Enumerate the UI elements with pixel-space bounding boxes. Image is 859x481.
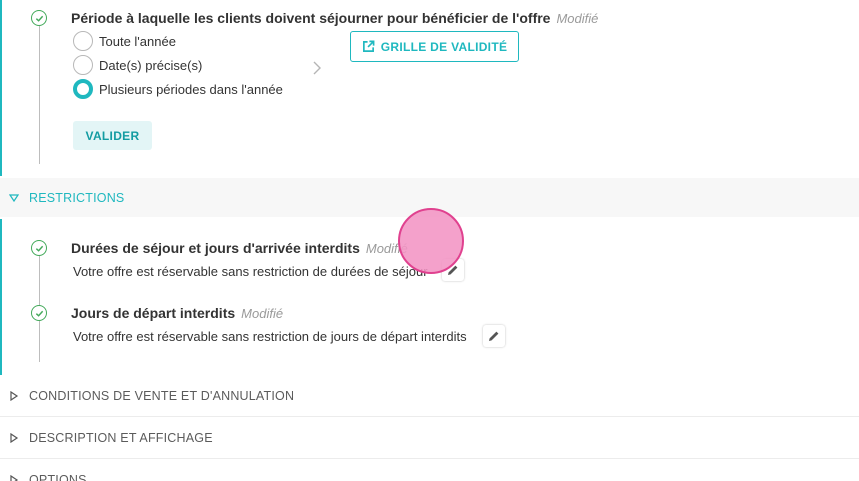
section-conditions[interactable]: CONDITIONS DE VENTE ET D'ANNULATION [0,376,859,415]
radio-precise-dates[interactable] [73,55,93,75]
check-circle-icon [31,305,47,321]
period-title-text: Période à laquelle les clients doivent s… [71,10,551,26]
edit-button[interactable] [483,325,505,347]
triangle-right-icon [10,474,19,481]
radio-option-precise-dates[interactable]: Date(s) précise(s) [73,55,202,75]
check-circle-icon [31,240,47,256]
radio-multiple-periods[interactable] [73,79,93,99]
restriction-title-text: Jours de départ interdits [71,305,236,321]
restriction-title: Durées de séjour et jours d'arrivée inte… [71,240,408,256]
external-link-icon [362,40,375,52]
radio-label: Date(s) précise(s) [99,57,203,73]
triangle-right-icon [10,432,19,443]
modified-label: Modifié [556,11,599,26]
triangle-down-icon [9,193,19,202]
radio-option-multiple-periods[interactable]: Plusieurs périodes dans l'année [73,79,283,99]
period-block: Période à laquelle les clients doivent s… [0,0,859,176]
touch-indicator [398,208,464,274]
restriction-description: Votre offre est réservable sans restrict… [73,329,467,344]
radio-option-all-year[interactable]: Toute l'année [73,31,176,51]
section-label: DESCRIPTION ET AFFICHAGE [29,430,213,445]
valider-button[interactable]: VALIDER [73,121,152,150]
check-circle-icon [31,10,47,26]
divider [0,458,859,459]
period-title: Période à laquelle les clients doivent s… [71,10,598,26]
restriction-title-text: Durées de séjour et jours d'arrivée inte… [71,240,360,256]
radio-label: Plusieurs périodes dans l'année [99,81,283,97]
triangle-right-icon [10,390,19,401]
section-label: CONDITIONS DE VENTE ET D'ANNULATION [29,388,295,403]
radio-all-year[interactable] [73,31,93,51]
grille-validite-label: GRILLE DE VALIDITÉ [380,39,508,54]
timeline-line [39,26,40,164]
restriction-title: Jours de départ interdits Modifié [71,305,283,321]
pencil-icon [489,331,499,341]
divider [0,416,859,417]
modified-label: Modifié [241,306,284,321]
section-label: RESTRICTIONS [29,190,125,205]
section-label: OPTIONS [29,472,87,481]
grille-validite-button[interactable]: GRILLE DE VALIDITÉ [350,31,519,62]
section-options[interactable]: OPTIONS [0,460,859,481]
chevron-right-icon[interactable] [310,59,324,77]
section-description[interactable]: DESCRIPTION ET AFFICHAGE [0,418,859,457]
restriction-description: Votre offre est réservable sans restrict… [73,264,428,279]
radio-label: Toute l'année [99,33,176,49]
